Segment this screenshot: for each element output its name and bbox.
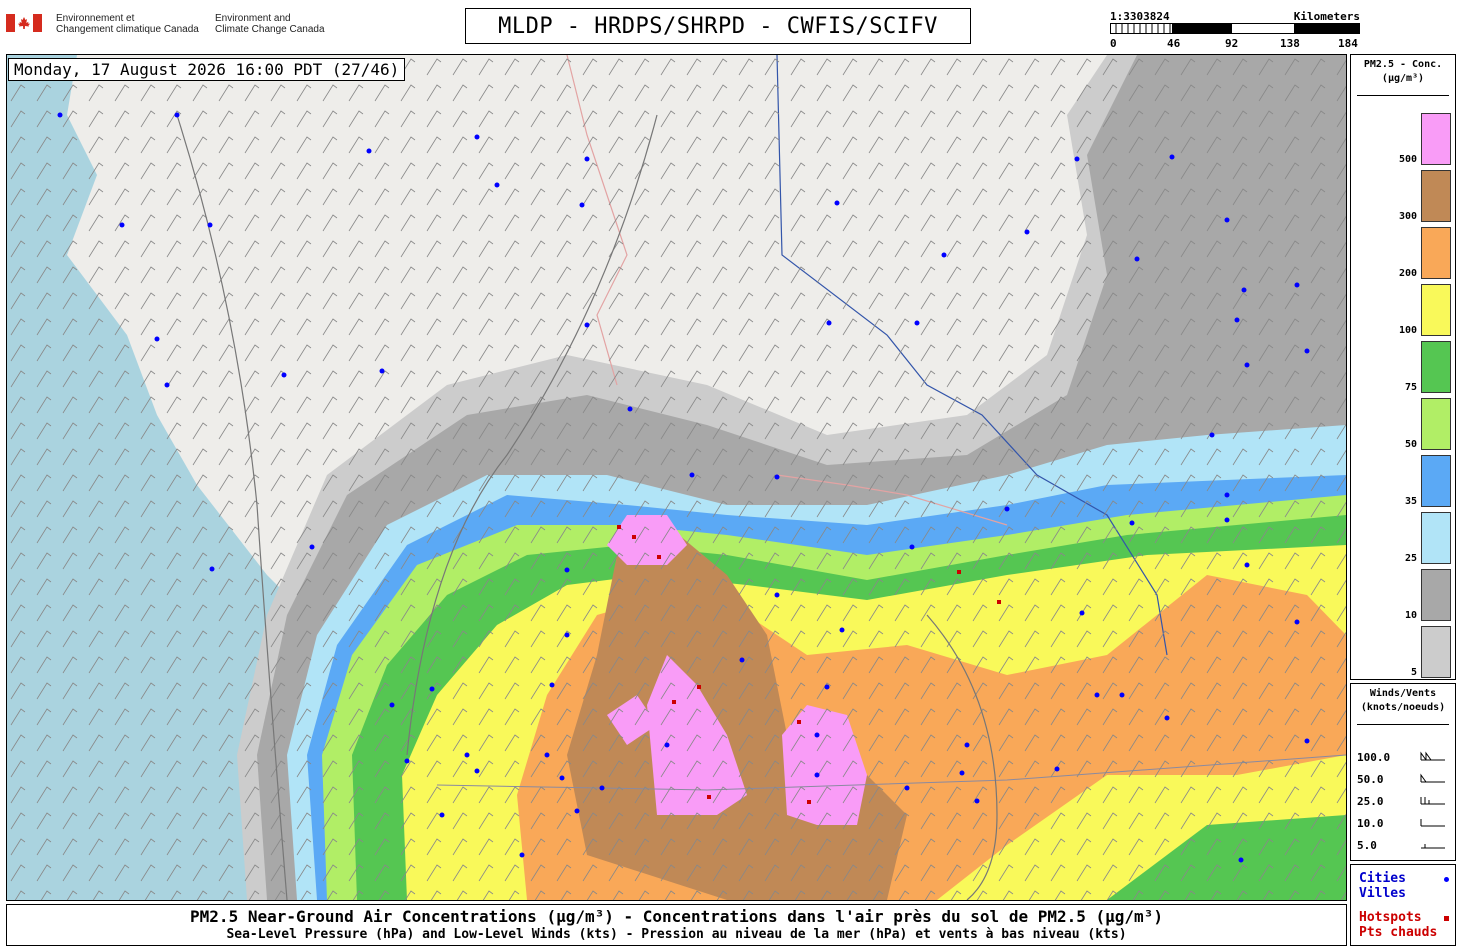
wind-row-10: 10.0 xyxy=(1357,817,1384,830)
cities-label-fr: Villes xyxy=(1359,886,1406,901)
pm-swatch-5 xyxy=(1421,626,1451,678)
pm-legend-title-line1: PM2.5 - Conc. xyxy=(1363,59,1443,70)
scale-tick-0: 0 xyxy=(1110,37,1117,50)
pm-swatch-200 xyxy=(1421,227,1451,279)
pm-label-300: 300 xyxy=(1398,211,1417,222)
wind-barb-icons xyxy=(1420,751,1445,849)
wind-legend-title-line2: (knots/noeuds) xyxy=(1360,702,1446,713)
pm-label-10: 10 xyxy=(1404,610,1417,621)
pm-label-35: 35 xyxy=(1404,496,1417,507)
scale-tick-1: 46 xyxy=(1167,37,1181,50)
scale-bar-graphic xyxy=(1110,23,1360,34)
wind-legend: Winds/Vents (knots/noeuds) 100.0 50.0 25… xyxy=(1350,683,1456,861)
pm-swatch-35 xyxy=(1421,455,1451,507)
pm-legend-divider xyxy=(1357,95,1449,96)
pm-label-100: 100 xyxy=(1398,325,1417,336)
scale-unit: Kilometers xyxy=(1293,10,1360,23)
cities-label-en: Cities xyxy=(1359,871,1406,886)
scale-ratio: 1:3303824 xyxy=(1110,10,1170,23)
wind-row-100: 100.0 xyxy=(1357,751,1391,764)
map-canvas xyxy=(7,55,1346,900)
caption-line2: Sea-Level Pressure (hPa) and Low-Level W… xyxy=(226,927,1127,942)
wind-row-25: 25.0 xyxy=(1357,795,1384,808)
pm-swatch-100 xyxy=(1421,284,1451,336)
pm-legend-title-line2: (µg/m³) xyxy=(1381,73,1425,84)
eccc-logo: Environnement et Changement climatique C… xyxy=(6,12,336,38)
pm-label-25: 25 xyxy=(1404,553,1417,564)
pm-label-200: 200 xyxy=(1398,268,1417,279)
wind-barb-field xyxy=(7,55,1346,900)
pm-swatch-50 xyxy=(1421,398,1451,450)
pm-swatch-25 xyxy=(1421,512,1451,564)
logo-fr-line1: Environnement et xyxy=(56,13,135,24)
map-caption: PM2.5 Near-Ground Air Concentrations (µg… xyxy=(6,904,1347,946)
wind-legend-divider xyxy=(1357,724,1449,725)
pm-label-50: 50 xyxy=(1404,439,1417,450)
pm-swatch-500 xyxy=(1421,113,1451,165)
pm-label-75: 75 xyxy=(1404,382,1417,393)
hotspot-square-icon xyxy=(1444,916,1449,921)
forecast-timestamp: Monday, 17 August 2026 16:00 PDT (27/46) xyxy=(8,58,406,81)
scale-tick-2: 92 xyxy=(1225,37,1239,50)
pm-legend: PM2.5 - Conc. (µg/m³) 500 300 200 100 75… xyxy=(1350,54,1456,680)
pm-swatch-10 xyxy=(1421,569,1451,621)
logo-en-line2: Climate Change Canada xyxy=(215,24,325,35)
logo-fr-line2: Changement climatique Canada xyxy=(56,24,199,35)
hotspots-label-fr: Pts chauds xyxy=(1359,925,1438,940)
hotspots-label-en: Hotspots xyxy=(1359,910,1422,925)
product-title: MLDP - HRDPS/SHRPD - CWFIS/SCIFV xyxy=(465,8,971,44)
wind-legend-title-line1: Winds/Vents xyxy=(1369,688,1437,699)
pm-swatch-75 xyxy=(1421,341,1451,393)
map-key: Cities Villes Hotspots Pts chauds xyxy=(1350,864,1456,946)
canada-flag-icon xyxy=(6,14,42,32)
scale-tick-3: 138 xyxy=(1280,37,1300,50)
logo-en-line1: Environment and xyxy=(215,13,291,24)
scale-tick-4: 184 xyxy=(1338,37,1358,50)
pm-label-500: 500 xyxy=(1398,154,1417,165)
wind-row-50: 50.0 xyxy=(1357,773,1384,786)
map-panel[interactable] xyxy=(6,54,1347,901)
caption-line1: PM2.5 Near-Ground Air Concentrations (µg… xyxy=(190,907,1163,926)
scale-bar: 1:3303824 Kilometers 0 46 92 138 184 xyxy=(1110,10,1360,50)
pm-swatch-300 xyxy=(1421,170,1451,222)
wind-row-5: 5.0 xyxy=(1357,839,1377,852)
city-dot-icon xyxy=(1444,877,1449,882)
pm-label-5: 5 xyxy=(1410,667,1417,678)
